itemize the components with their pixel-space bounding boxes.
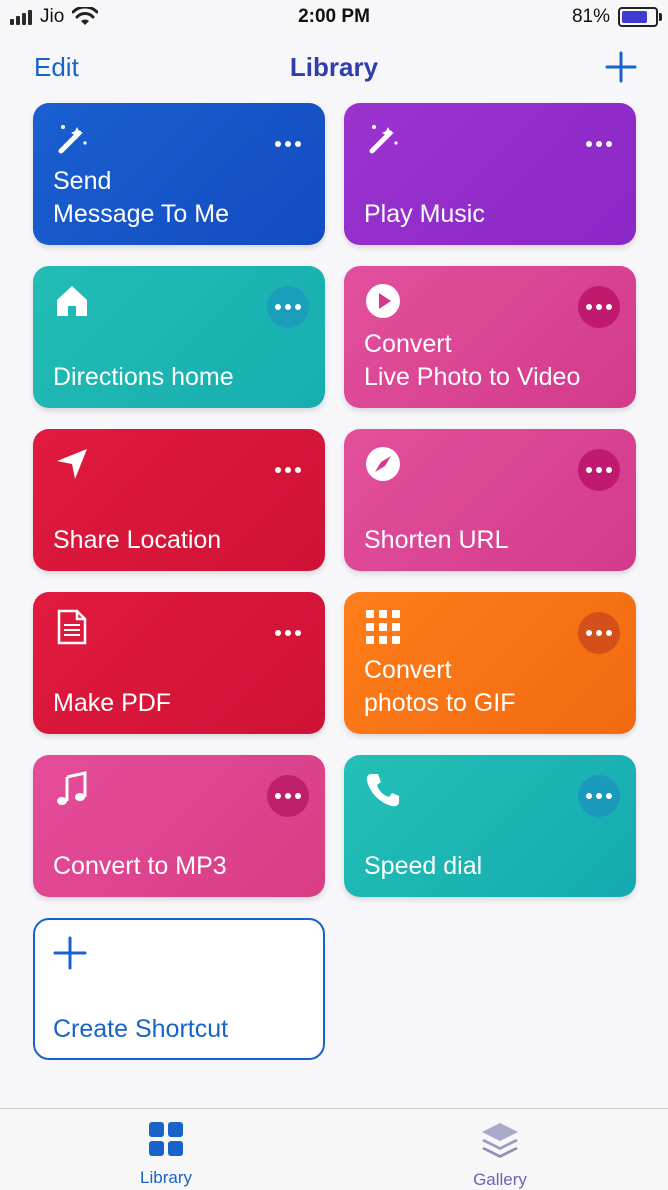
shortcut-label: Shorten URL [364,526,509,554]
create-shortcut-button[interactable]: Create Shortcut [33,918,325,1060]
battery-percent: 81% [571,6,610,27]
shortcut-card-speed-dial[interactable]: Speed dial [344,755,636,897]
tab-label: Library [140,1168,192,1187]
more-button[interactable] [578,286,620,328]
shortcut-card-photos-to-gif[interactable]: Convert photos to GIF [344,592,636,734]
shortcut-card-play-music[interactable]: Play Music [344,103,636,245]
shortcut-card-directions-home[interactable]: Directions home [33,266,325,408]
more-button[interactable] [267,612,309,654]
more-button[interactable] [267,123,309,165]
home-icon [57,286,87,316]
more-button[interactable] [267,286,309,328]
add-button[interactable] [604,50,638,84]
tab-library[interactable]: Library [106,1121,226,1188]
tab-gallery[interactable]: Gallery [440,1121,560,1190]
shortcut-label: Convert photos to GIF [364,656,516,717]
shortcut-label: Make PDF [53,689,172,717]
compass-icon [366,447,400,481]
shortcut-label: Send Message To Me [53,167,230,228]
plus-icon [53,936,87,970]
shortcut-label: Play Music [364,200,485,228]
play-icon [366,284,400,318]
location-arrow-icon [57,449,87,479]
more-button[interactable] [578,449,620,491]
more-button[interactable] [267,449,309,491]
layers-icon [482,1123,518,1158]
more-button[interactable] [578,123,620,165]
shortcut-label: Directions home [53,363,234,391]
more-button[interactable] [267,775,309,817]
nav-bar: Edit Library [0,44,668,94]
status-right: 81% [571,6,662,28]
music-note-icon [57,771,87,805]
phone-icon [366,774,399,807]
shortcut-card-convert-mp3[interactable]: Convert to MP3 [33,755,325,897]
shortcut-label: Share Location [53,526,222,554]
shortcut-label: Convert Live Photo to Video [364,330,581,391]
shortcut-card-live-photo-video[interactable]: Convert Live Photo to Video [344,266,636,408]
shortcut-label: Convert to MP3 [53,852,227,880]
shortcut-label: Speed dial [364,852,483,880]
page-title: Library [289,52,379,82]
shortcut-card-make-pdf[interactable]: Make PDF [33,592,325,734]
more-button[interactable] [578,612,620,654]
magic-wand-icon [369,125,398,154]
magic-wand-icon [58,125,87,154]
document-icon [57,609,87,645]
tab-bar: Library Gallery [0,1108,668,1189]
more-button[interactable] [578,775,620,817]
clock: 2:00 PM [298,6,370,27]
library-grid-icon [149,1122,183,1156]
status-bar: Jio 2:00 PM 81% [0,0,668,36]
grid-icon [366,610,400,644]
shortcut-card-shorten-url[interactable]: Shorten URL [344,429,636,571]
battery-icon [618,7,662,27]
create-shortcut-label: Create Shortcut [53,1015,229,1043]
shortcut-card-share-location[interactable]: Share Location [33,429,325,571]
shortcut-card-send-message[interactable]: Send Message To Me [33,103,325,245]
tab-label: Gallery [473,1170,527,1189]
